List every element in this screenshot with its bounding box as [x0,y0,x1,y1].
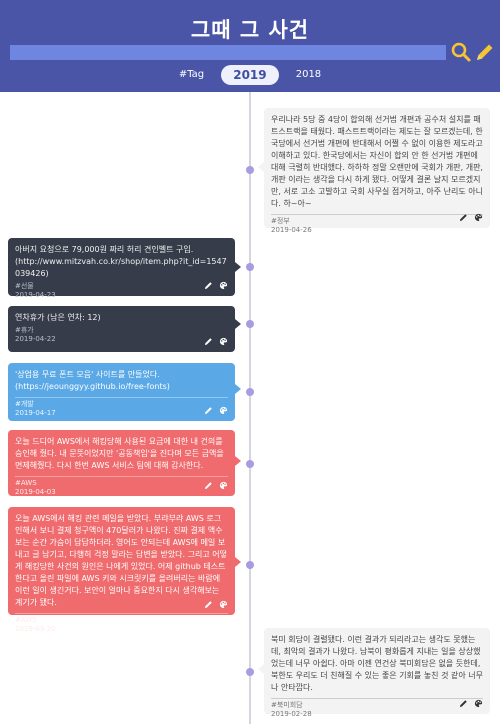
card-tag[interactable]: #정부 [271,217,483,226]
card-tag[interactable]: #AWS [15,479,228,488]
pencil-icon [205,282,213,290]
card-actions [201,481,228,491]
card-actions [201,406,228,416]
tab-2018[interactable]: 2018 [296,65,321,85]
timeline-card: 오늘 드디어 AWS에서 해킹당해 사용된 요금에 대한 내 건의를 승인해 줬… [8,430,241,496]
timeline-card: '상업용 무료 폰트 모음' 사이트를 만들었다. (https://jeoun… [8,363,241,421]
tab-2019[interactable]: 2019 [221,64,279,85]
edit-button[interactable] [459,213,468,226]
palette-icon [219,481,228,490]
card-date: 2019-03-20 [15,625,56,633]
card-date: 2019-02-28 [271,710,312,718]
card-actions [201,337,228,347]
card-actions [201,600,228,610]
timeline-dot [246,668,254,676]
edit-button[interactable] [459,699,468,712]
card-date: 2019-04-23 [15,291,56,299]
timeline-card: 우리나라 5당 중 4당이 합의해 선거법 개편과 공수처 설치를 패트스트랙을… [258,108,490,234]
color-button[interactable] [219,337,228,350]
card-date: 2019-04-03 [15,488,56,496]
color-button[interactable] [474,213,483,226]
edit-button[interactable] [204,337,213,350]
timeline-dot [246,460,254,468]
palette-icon [219,600,228,609]
card-date: 2019-04-26 [271,226,312,234]
pencil-icon [205,338,213,346]
page-title: 그때 그 사건 [190,18,310,42]
edit-button[interactable] [204,406,213,419]
color-button[interactable] [219,481,228,494]
write-button[interactable] [474,41,496,63]
timeline-card: 아버지 요청으로 79,000원 짜리 허리 견인벨트 구입. (http://… [8,238,241,299]
timeline-card: 연차휴가 (남은 연차: 12) #휴가 2019-04-22 [8,306,241,352]
palette-icon [474,699,483,708]
card-divider [15,476,228,477]
timeline-card: 북미 회담이 결렬됐다. 이런 결과가 되리라고는 생각도 못했는데, 최악의 … [258,628,490,718]
palette-icon [219,337,228,346]
card-text: 우리나라 5당 중 4당이 합의해 선거법 개편과 공수처 설치를 패트스트랙을… [271,115,483,208]
pencil-icon [205,482,213,490]
timeline-dot [246,166,254,174]
card-tag[interactable]: #개발 [15,400,228,409]
card-actions [456,699,483,709]
tab-tag[interactable]: #Tag [179,65,204,85]
timeline-dot [246,561,254,569]
card-divider [15,397,228,398]
search-button[interactable] [450,41,472,63]
color-button[interactable] [219,281,228,294]
palette-icon [219,406,228,415]
card-divider [271,214,483,215]
card-divider [15,613,228,614]
card-text: 오늘 드디어 AWS에서 해킹당해 사용된 요금에 대한 내 건의를 승인해 줬… [15,437,224,470]
timeline-line [249,92,251,724]
card-text: 연차휴가 (남은 연차: 12) [15,313,101,322]
card-actions [201,281,228,291]
edit-button[interactable] [204,481,213,494]
app-header: 그때 그 사건 #Tag 2019 2018 [0,0,500,92]
palette-icon [219,281,228,290]
search-input[interactable] [10,45,446,60]
pencil-icon [477,44,493,60]
card-text: 북미 회담이 결렬됐다. 이런 결과가 되리라고는 생각도 못했는데, 최악의 … [271,635,483,692]
timeline-dot [246,320,254,328]
edit-button[interactable] [204,600,213,613]
color-button[interactable] [474,699,483,712]
card-divider [271,698,483,699]
timeline-card: 오늘 AWS에서 해킹 관련 메일을 받았다. 부랴부랴 AWS 로그인해서 보… [8,507,241,633]
color-button[interactable] [219,406,228,419]
color-button[interactable] [219,600,228,613]
tab-bar: #Tag 2019 2018 [0,64,500,86]
timeline-dot [246,263,254,271]
card-text: '상업용 무료 폰트 모음' 사이트를 만들었다. (https://jeoun… [15,370,170,391]
search-icon [451,42,471,62]
pencil-icon [460,700,468,708]
pencil-icon [205,407,213,415]
card-tag[interactable]: #북미회담 [271,701,483,710]
card-date: 2019-04-22 [15,335,56,343]
card-text: 오늘 AWS에서 해킹 관련 메일을 받았다. 부랴부랴 AWS 로그인해서 보… [15,514,227,607]
edit-button[interactable] [204,281,213,294]
timeline-dot [246,388,254,396]
palette-icon [474,213,483,222]
card-tag[interactable]: #휴가 [15,326,228,335]
card-date: 2019-04-17 [15,409,56,417]
card-tag[interactable]: #선물 [15,282,228,291]
pencil-icon [205,601,213,609]
card-tag[interactable]: #AWS [15,616,228,625]
card-text: 아버지 요청으로 79,000원 짜리 허리 견인벨트 구입. (http://… [15,245,227,278]
card-actions [456,213,483,223]
pencil-icon [460,214,468,222]
